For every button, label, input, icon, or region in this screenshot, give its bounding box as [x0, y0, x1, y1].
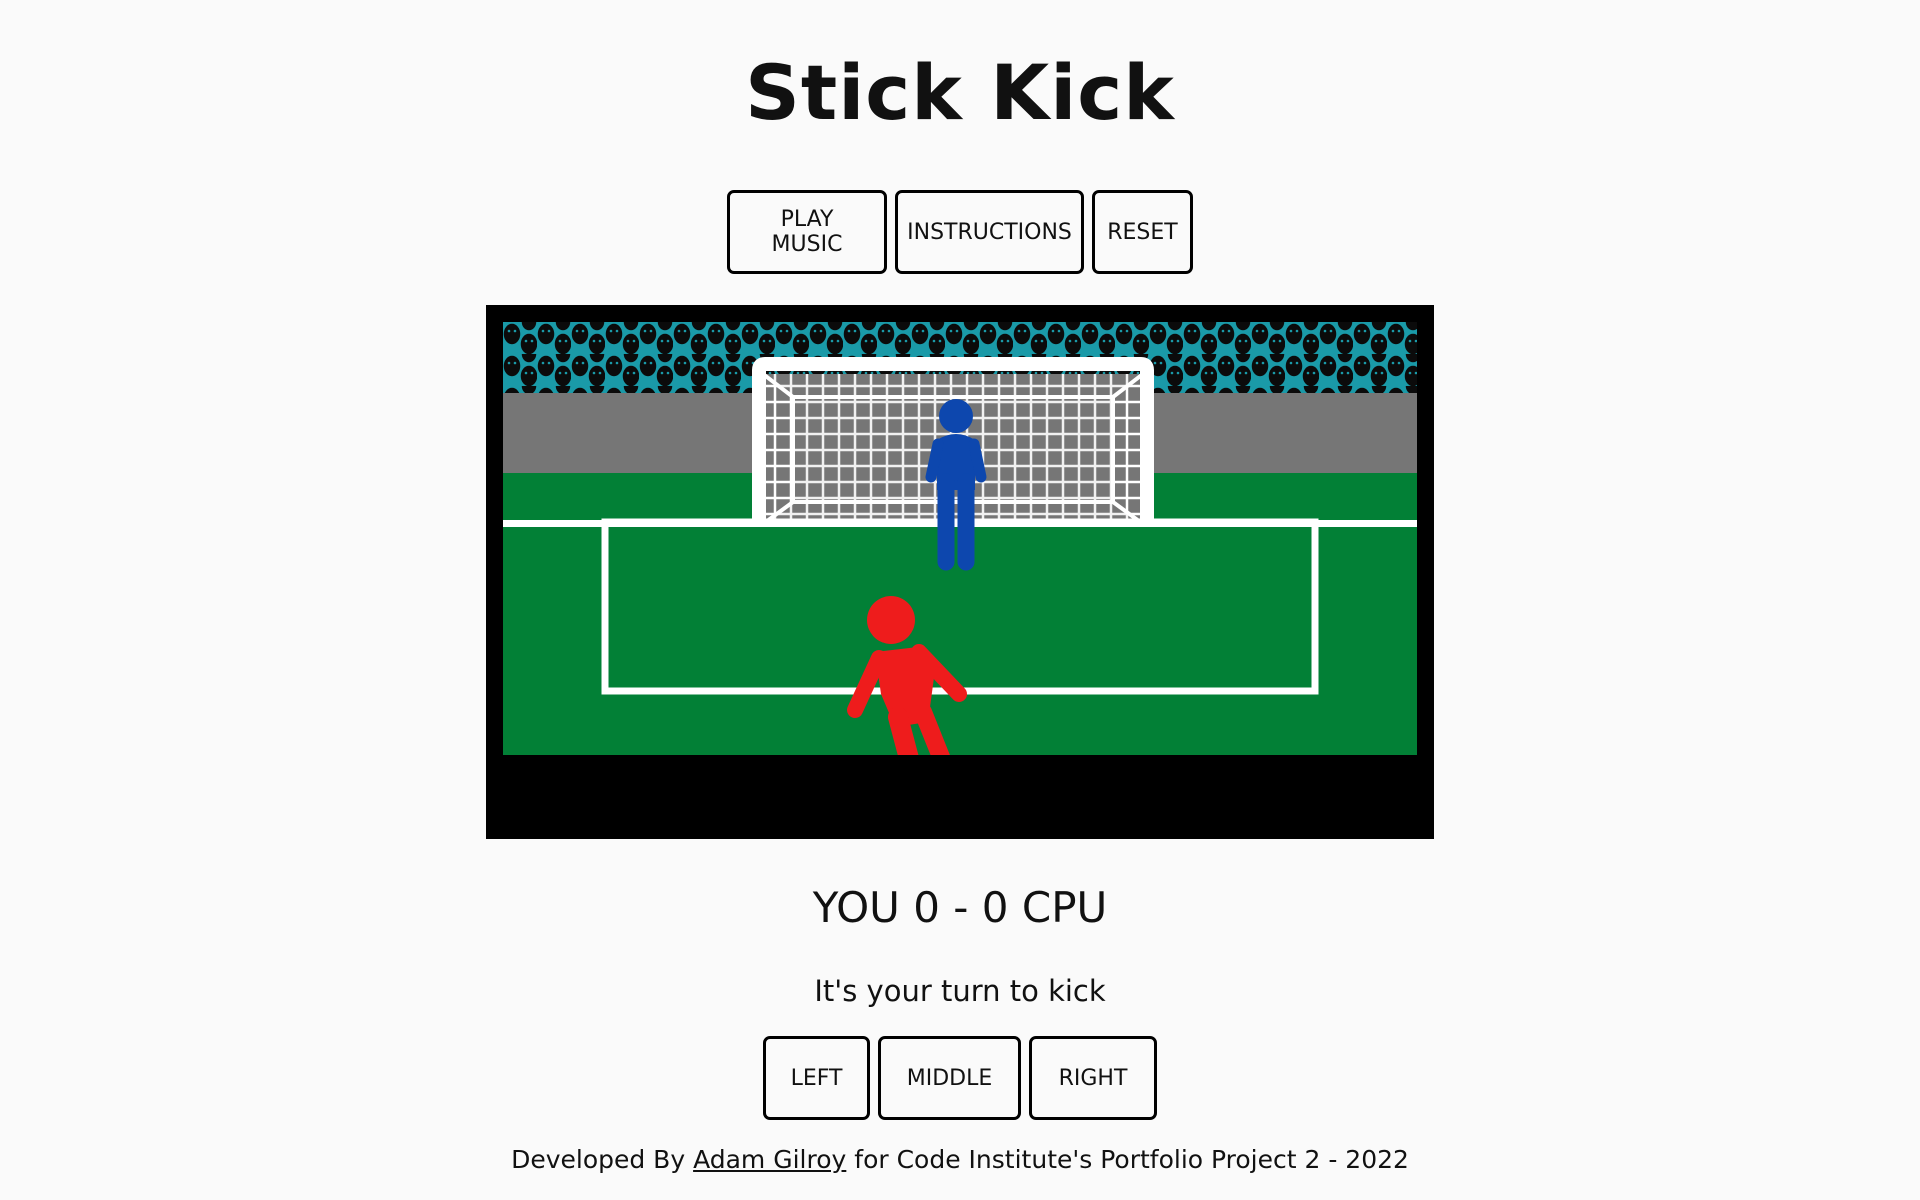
play-music-button[interactable]: PLAY MUSIC	[727, 190, 887, 274]
kick-middle-button[interactable]: MIDDLE	[878, 1036, 1021, 1120]
status-message: It's your turn to kick	[814, 974, 1106, 1008]
footer-prefix: Developed By	[511, 1145, 686, 1174]
instructions-button[interactable]: INSTRUCTIONS	[895, 190, 1084, 274]
kick-right-button[interactable]: RIGHT	[1029, 1036, 1157, 1120]
kick-controls: LEFT MIDDLE RIGHT	[0, 1036, 1920, 1120]
kick-left-button[interactable]: LEFT	[763, 1036, 870, 1120]
reset-button[interactable]: RESET	[1092, 190, 1193, 274]
page: Stick Kick PLAY MUSIC INSTRUCTIONS RESET	[0, 0, 1920, 1200]
top-controls: PLAY MUSIC INSTRUCTIONS RESET	[0, 190, 1920, 274]
author-link[interactable]: Adam Gilroy	[693, 1145, 846, 1174]
scoreboard: YOU 0 - 0 CPU	[812, 883, 1108, 932]
page-title: Stick Kick	[745, 48, 1175, 137]
game-area	[486, 305, 1434, 839]
footer-suffix: for Code Institute's Portfolio Project 2…	[854, 1145, 1409, 1174]
pitch-scene	[503, 322, 1417, 755]
footer: Developed By Adam Gilroy for Code Instit…	[0, 1145, 1920, 1174]
